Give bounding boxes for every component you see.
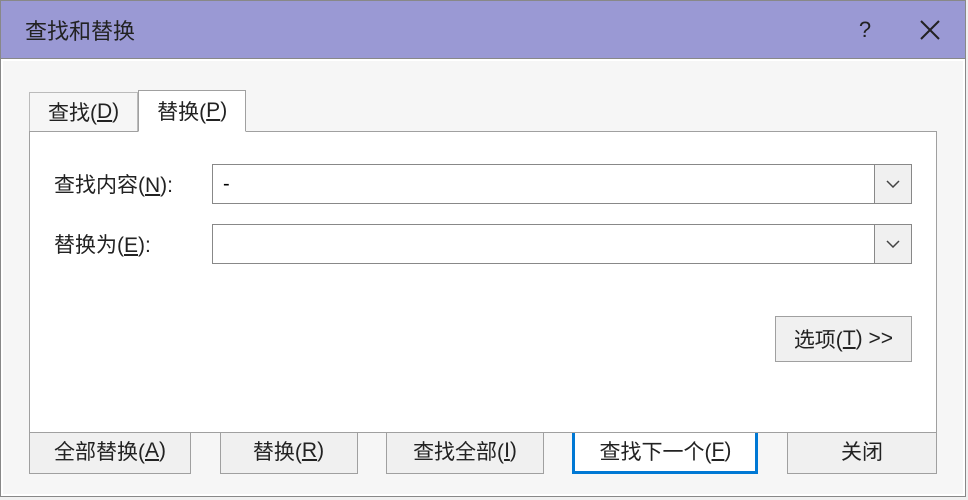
replace-with-dropdown-button[interactable] — [874, 224, 912, 264]
chevron-down-icon — [886, 240, 900, 248]
replace-with-combo — [212, 224, 912, 264]
titlebar: 查找和替换 ? — [1, 1, 965, 59]
options-row: 选项(T) >> — [54, 316, 912, 362]
find-content-dropdown-button[interactable] — [874, 164, 912, 204]
tab-find[interactable]: 查找(D) — [29, 92, 138, 131]
replace-with-input[interactable] — [212, 224, 874, 264]
dialog-title: 查找和替换 — [25, 14, 835, 46]
close-button[interactable]: 关闭 — [787, 428, 937, 474]
find-content-combo — [212, 164, 912, 204]
tabs: 查找(D) 替换(P) — [29, 89, 246, 131]
tab-replace[interactable]: 替换(P) — [138, 90, 246, 132]
replace-panel: 查找内容(N): 替换为(E): — [29, 131, 937, 433]
action-buttons: 全部替换(A) 替换(R) 查找全部(I) 查找下一个(F) 关闭 — [29, 428, 937, 474]
replace-all-button[interactable]: 全部替换(A) — [29, 428, 191, 474]
replace-button[interactable]: 替换(R) — [220, 428, 358, 474]
find-content-input[interactable] — [212, 164, 874, 204]
find-content-label: 查找内容(N): — [54, 169, 212, 199]
find-replace-dialog: 查找和替换 ? 查找(D) 替换(P) 查找内容(N): — [0, 0, 966, 497]
options-button[interactable]: 选项(T) >> — [775, 316, 912, 362]
close-icon[interactable] — [895, 1, 965, 59]
replace-with-label: 替换为(E): — [54, 229, 212, 259]
find-next-button[interactable]: 查找下一个(F) — [572, 428, 758, 474]
replace-with-row: 替换为(E): — [54, 224, 912, 264]
find-content-row: 查找内容(N): — [54, 164, 912, 204]
content-area: 查找(D) 替换(P) 查找内容(N): 替换为(E — [1, 59, 965, 496]
find-all-button[interactable]: 查找全部(I) — [386, 428, 544, 474]
help-button[interactable]: ? — [835, 1, 895, 59]
chevron-down-icon — [886, 180, 900, 188]
